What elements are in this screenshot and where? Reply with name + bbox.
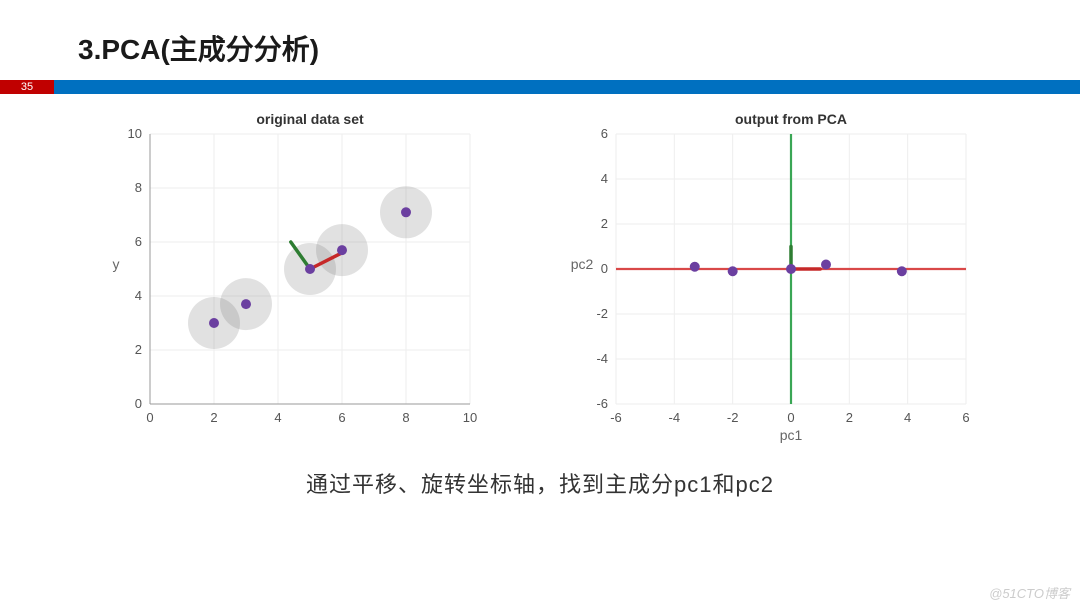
svg-text:6: 6 (601, 126, 608, 141)
svg-text:10: 10 (128, 126, 142, 141)
svg-text:2: 2 (210, 410, 217, 425)
svg-text:0: 0 (135, 396, 142, 411)
svg-text:original data set: original data set (256, 111, 364, 127)
svg-text:6: 6 (962, 410, 969, 425)
header-bar: 35 (0, 80, 1080, 94)
svg-text:-2: -2 (596, 306, 608, 321)
svg-text:0: 0 (601, 261, 608, 276)
svg-text:-4: -4 (596, 351, 608, 366)
svg-text:0: 0 (146, 410, 153, 425)
svg-text:10: 10 (463, 410, 477, 425)
svg-text:4: 4 (135, 288, 142, 303)
svg-text:8: 8 (135, 180, 142, 195)
svg-text:-4: -4 (669, 410, 681, 425)
chart-right: output from PCA -6 -4 -2 0 2 4 6 -6 -4 -2 0 2 4 6 pc2 pc… (550, 106, 990, 451)
svg-text:y: y (113, 256, 120, 272)
slide-title: 3.PCA(主成分分析) (0, 0, 1080, 80)
blue-bar (54, 80, 1080, 94)
charts-row: original data set 0 2 4 6 8 10 0 2 4 6 8 10 y output … (0, 94, 1080, 451)
chart-pca-output: output from PCA -6 -4 -2 0 2 4 6 -6 -4 -2 0 2 4 6 pc2 pc… (550, 106, 990, 446)
svg-text:-2: -2 (727, 410, 739, 425)
svg-text:8: 8 (402, 410, 409, 425)
svg-text:4: 4 (274, 410, 281, 425)
svg-text:4: 4 (904, 410, 911, 425)
svg-text:2: 2 (601, 216, 608, 231)
svg-text:2: 2 (135, 342, 142, 357)
slide-caption: 通过平移、旋转坐标轴，找到主成分pc1和pc2 (0, 467, 1080, 499)
svg-text:pc2: pc2 (571, 256, 594, 272)
chart-original-data: original data set 0 2 4 6 8 10 0 2 4 6 8 10 y (90, 106, 490, 446)
chart-left: original data set 0 2 4 6 8 10 0 2 4 6 8 10 y (90, 106, 490, 451)
svg-text:2: 2 (846, 410, 853, 425)
svg-text:output from PCA: output from PCA (735, 111, 847, 127)
svg-text:pc1: pc1 (780, 427, 803, 443)
svg-text:-6: -6 (610, 410, 622, 425)
watermark: @51CTO博客 (989, 583, 1070, 602)
svg-text:6: 6 (135, 234, 142, 249)
svg-text:6: 6 (338, 410, 345, 425)
svg-text:-6: -6 (596, 396, 608, 411)
page-number-badge: 35 (0, 80, 54, 94)
svg-text:0: 0 (787, 410, 794, 425)
svg-text:4: 4 (601, 171, 608, 186)
